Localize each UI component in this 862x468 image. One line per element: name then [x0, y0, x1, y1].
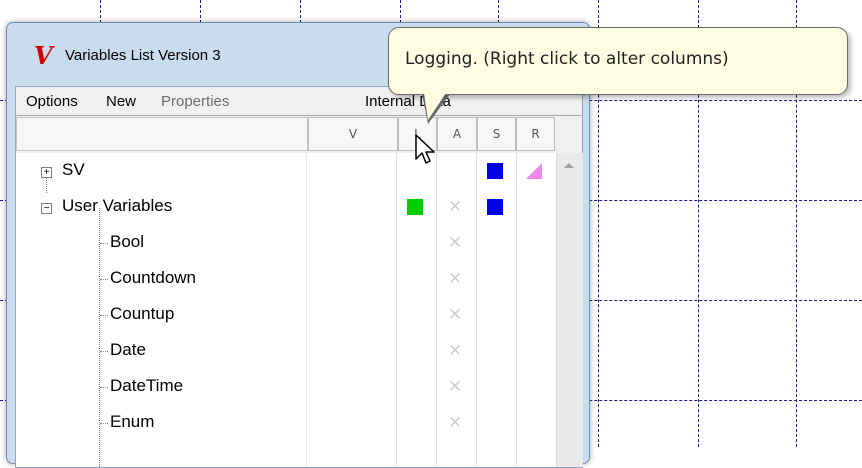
- window-title: Variables List Version 3: [65, 47, 221, 64]
- tree-row-label: Countdown: [110, 268, 197, 287]
- tree-row-label: Enum: [110, 412, 155, 431]
- tree-row-sv[interactable]: + SV: [16, 153, 556, 189]
- s-flag-blue[interactable]: [487, 199, 503, 215]
- a-flag-x-icon[interactable]: ✕: [447, 307, 463, 324]
- tree-row-bool[interactable]: Bool ✕: [16, 225, 556, 261]
- a-flag-x-icon[interactable]: ✕: [447, 415, 463, 432]
- tooltip-text: Logging. (Right click to alter columns): [405, 49, 729, 69]
- window-client-area: Options New Properties Internal Data V L…: [15, 86, 583, 468]
- tree-row-date[interactable]: Date ✕: [16, 333, 556, 369]
- vertical-scrollbar[interactable]: [556, 153, 583, 467]
- menu-options[interactable]: Options: [26, 93, 78, 110]
- tree-row-datetime[interactable]: DateTime ✕: [16, 369, 556, 405]
- a-flag-x-icon[interactable]: ✕: [447, 235, 463, 252]
- tree-row-label: Countup: [110, 304, 175, 323]
- expand-icon[interactable]: +: [41, 167, 52, 178]
- column-header-row: V L A S R: [16, 115, 582, 152]
- tree-row-label: User Variables: [62, 196, 173, 215]
- column-header-r[interactable]: R: [516, 117, 555, 151]
- l-flag-green[interactable]: [407, 199, 423, 215]
- tree-connector: [100, 387, 108, 388]
- a-flag-x-icon[interactable]: ✕: [447, 343, 463, 360]
- a-flag-x-icon[interactable]: ✕: [447, 379, 463, 396]
- mouse-cursor-icon: [415, 134, 435, 164]
- a-flag-x-icon[interactable]: ✕: [447, 199, 463, 216]
- tree-connector: [100, 423, 108, 424]
- menu-new[interactable]: New: [106, 93, 136, 110]
- s-flag-blue[interactable]: [487, 163, 503, 179]
- tree-row-label: SV: [62, 160, 85, 179]
- tree-connector: [100, 351, 108, 352]
- tree-row-countdown[interactable]: Countdown ✕: [16, 261, 556, 297]
- tree-connector: [100, 243, 108, 244]
- variables-tree[interactable]: + SV − User Variables ✕ Bool ✕ Countdown…: [16, 153, 582, 467]
- tooltip-pointer-fill: [424, 93, 446, 120]
- column-tooltip: Logging. (Right click to alter columns): [388, 27, 848, 95]
- r-flag-pink-triangle-icon[interactable]: [526, 163, 542, 179]
- tree-row-user-variables[interactable]: − User Variables ✕: [16, 189, 556, 225]
- tree-connector: [100, 315, 108, 316]
- tree-row-label: Date: [110, 340, 146, 359]
- column-header-s[interactable]: S: [477, 117, 516, 151]
- tree-connector: [100, 279, 108, 280]
- name-column-header[interactable]: [16, 117, 308, 151]
- scroll-up-arrow-icon[interactable]: [564, 163, 574, 168]
- collapse-icon[interactable]: −: [41, 203, 52, 214]
- a-flag-x-icon[interactable]: ✕: [447, 271, 463, 288]
- tree-row-label: Bool: [110, 232, 145, 251]
- tree-row-label: DateTime: [110, 376, 184, 395]
- tree-row-enum[interactable]: Enum ✕: [16, 405, 556, 441]
- v-logo-icon: V: [34, 41, 53, 70]
- tree-row-countup[interactable]: Countup ✕: [16, 297, 556, 333]
- menu-properties[interactable]: Properties: [161, 93, 229, 110]
- column-header-v[interactable]: V: [308, 117, 398, 151]
